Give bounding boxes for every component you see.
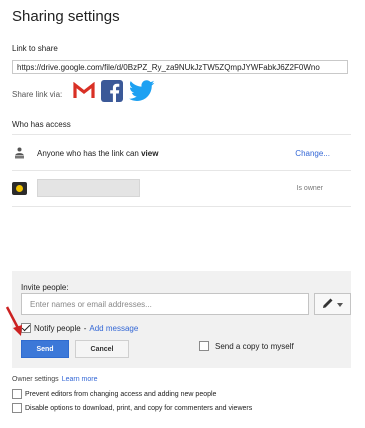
cancel-button[interactable]: Cancel — [75, 340, 129, 358]
owner-settings: Owner settings Learn more — [12, 376, 97, 383]
share-icons — [73, 80, 155, 102]
avatar — [12, 181, 27, 195]
permission-dropdown-button[interactable] — [314, 293, 351, 315]
owner-option-row: Disable options to download, print, and … — [12, 403, 252, 413]
access-description: Anyone who has the link can view — [37, 149, 158, 158]
notify-separator: - — [83, 323, 87, 333]
access-row-owner: Is owner — [12, 176, 351, 200]
disable-download-label: Disable options to download, print, and … — [25, 404, 253, 412]
share-link-field[interactable]: https://drive.google.com/file/d/0BzPZ_Ry… — [12, 60, 348, 74]
invite-label: Invite people: — [21, 283, 69, 292]
prevent-editors-checkbox[interactable] — [12, 389, 22, 399]
owner-name-redacted — [37, 179, 140, 197]
divider — [12, 170, 351, 171]
send-copy-row: Send a copy to myself — [199, 341, 294, 351]
divider — [12, 134, 351, 135]
send-copy-checkbox[interactable] — [199, 341, 209, 351]
change-access-link[interactable]: Change... — [295, 149, 330, 158]
access-permission: view — [141, 148, 159, 158]
who-has-access-label: Who has access — [12, 120, 71, 129]
notify-checkbox[interactable] — [21, 323, 31, 333]
access-text-prefix: Anyone who has the link can — [37, 148, 139, 158]
globe-person-icon — [12, 146, 26, 160]
send-copy-label: Send a copy to myself — [215, 341, 294, 351]
share-via-label: Share link via: — [12, 90, 63, 99]
facebook-icon[interactable] — [101, 80, 123, 102]
owner-role: Is owner — [296, 184, 323, 192]
notify-row: Notify people - Add message — [21, 323, 138, 333]
pencil-icon — [322, 297, 334, 311]
access-row-link: Anyone who has the link can view Change.… — [12, 141, 351, 165]
disable-download-checkbox[interactable] — [12, 403, 22, 413]
prevent-editors-label: Prevent editors from changing access and… — [25, 390, 217, 398]
invite-input[interactable]: Enter names or email addresses... — [21, 293, 309, 315]
page-title: Sharing settings — [12, 8, 120, 25]
notify-label: Notify people — [34, 323, 81, 333]
link-section-label: Link to share — [12, 44, 58, 53]
chevron-down-icon — [337, 300, 343, 309]
send-button[interactable]: Send — [21, 340, 69, 358]
owner-option-row: Prevent editors from changing access and… — [12, 389, 216, 399]
learn-more-link[interactable]: Learn more — [62, 376, 98, 383]
divider — [12, 206, 351, 207]
twitter-icon[interactable] — [129, 80, 155, 102]
gmail-icon[interactable] — [73, 82, 95, 100]
owner-settings-label: Owner settings — [12, 376, 59, 383]
invite-panel: Invite people: Enter names or email addr… — [12, 271, 351, 368]
add-message-link[interactable]: Add message — [89, 324, 138, 333]
